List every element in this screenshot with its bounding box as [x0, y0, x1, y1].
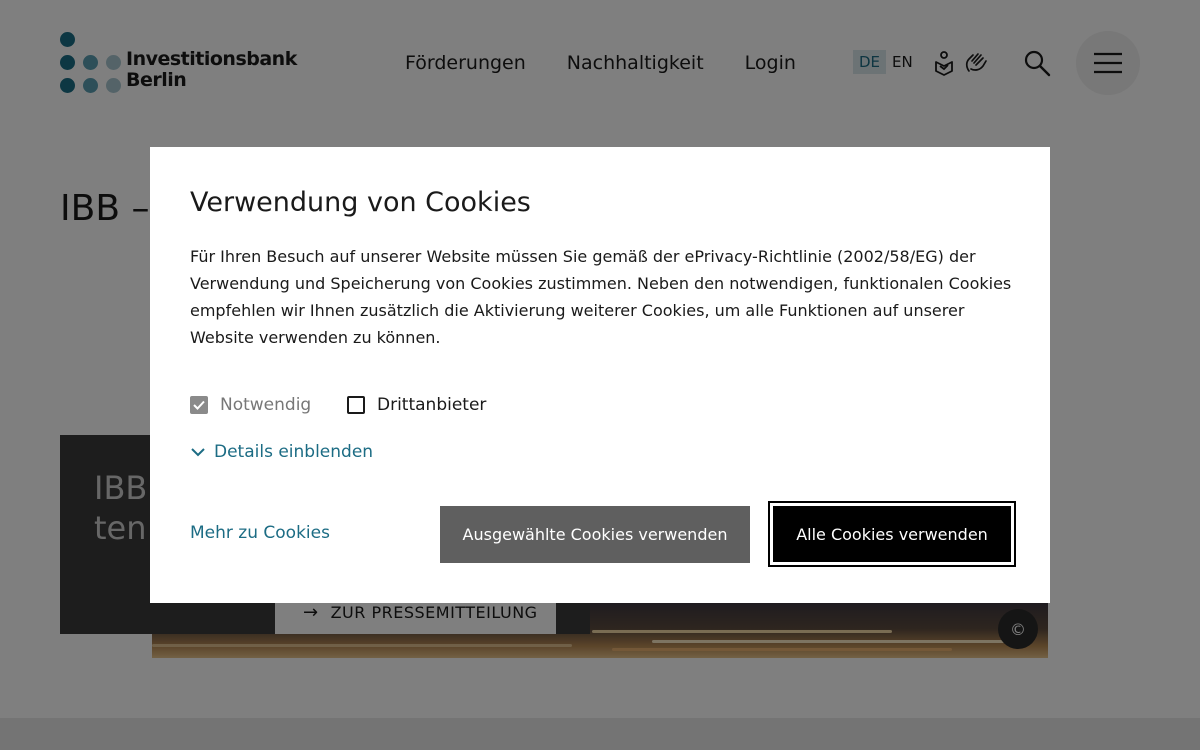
use-all-cookies-label: Alle Cookies verwenden [773, 506, 1011, 562]
option-necessary: Notwendig [190, 395, 311, 415]
option-third-party-label[interactable]: Drittanbieter [377, 395, 486, 415]
cookie-dialog: Verwendung von Cookies Für Ihren Besuch … [150, 147, 1050, 603]
use-all-cookies-button[interactable]: Alle Cookies verwenden [768, 501, 1016, 567]
cookie-dialog-text: Für Ihren Besuch auf unserer Website müs… [190, 247, 1012, 347]
details-toggle-label: Details einblenden [214, 442, 374, 462]
details-toggle[interactable]: Details einblenden [190, 442, 373, 462]
option-necessary-label: Notwendig [220, 395, 312, 415]
use-selected-cookies-button[interactable]: Ausgewählte Cookies verwenden [440, 506, 750, 563]
option-third-party[interactable]: Drittanbieter [347, 395, 486, 415]
cookie-dialog-title: Verwendung von Cookies [190, 187, 531, 218]
checkbox-necessary [190, 396, 208, 414]
chevron-down-icon [191, 448, 205, 457]
checkbox-third-party[interactable] [347, 396, 365, 414]
checkmark-icon [193, 400, 205, 410]
more-about-cookies-link[interactable]: Mehr zu Cookies [190, 523, 330, 543]
